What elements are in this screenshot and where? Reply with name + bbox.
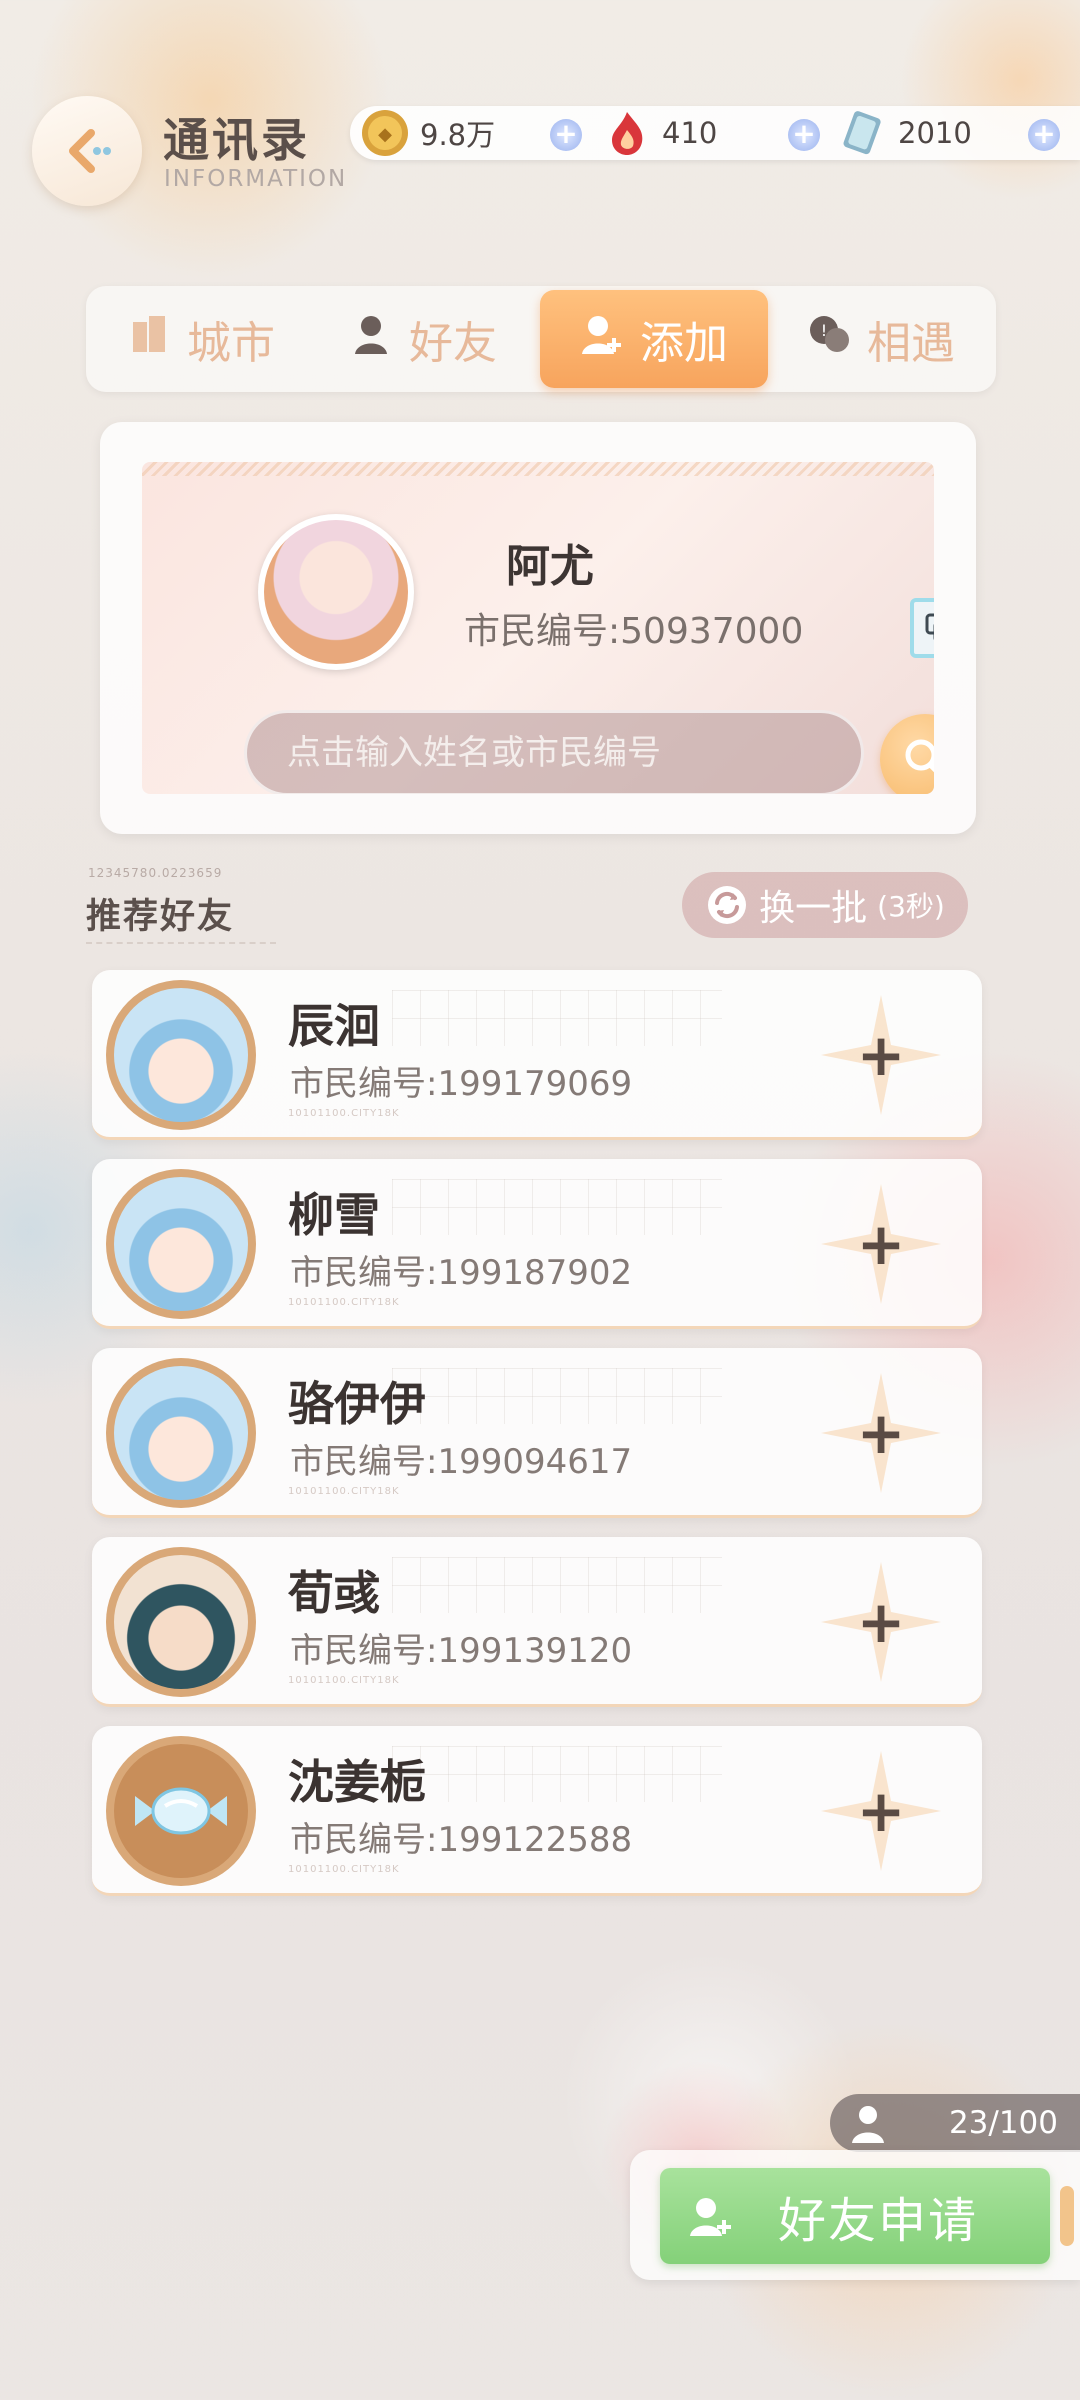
currency-flame: 410 [602,106,717,160]
page-subtitle: INFORMATION [164,166,348,192]
friend-deco-text: 10101100.CITY18K [288,1297,400,1308]
friend-name: 骆伊伊 [288,1377,426,1431]
plus-icon: + [856,1021,906,1089]
friend-avatar [106,1358,256,1508]
recommended-friend-list: 辰洄 市民编号:199179069 10101100.CITY18K + 柳雪 … [92,970,982,1915]
section-deco-text: 12345780.0223659 [88,866,223,880]
tab-encounter[interactable]: ! 相遇 [776,286,986,392]
friend-count-badge: 23/100 [830,2094,1080,2152]
friend-name: 荀彧 [288,1566,380,1620]
person-icon [852,2106,884,2143]
refresh-label: 换一批 [759,888,868,929]
gold-coin-icon: ◆ [362,110,408,156]
friend-citizen-id: 市民编号:199179069 [290,1064,633,1104]
crystal-amount: 2010 [898,116,972,150]
add-gold-button[interactable]: + [550,119,582,151]
tab-encounter-label: 相遇 [867,318,955,369]
flame-gem-icon [612,112,643,155]
add-friend-button[interactable]: + [821,995,941,1115]
search-input[interactable] [244,710,864,794]
friend-count: 23/100 [948,2105,1058,2141]
friend-citizen-id: 市民编号:199122588 [290,1820,633,1860]
add-friend-button[interactable]: + [821,1184,941,1304]
tab-add-label: 添加 [640,318,728,369]
friend-name: 辰洄 [288,999,380,1053]
friend-citizen-id: 市民编号:199187902 [290,1253,633,1293]
friend-avatar [106,1736,256,1886]
search-icon [905,739,934,773]
person-icon [349,312,393,367]
my-name: 阿尤 [506,541,594,592]
tab-friends[interactable]: 好友 [318,286,528,392]
plus-icon: + [856,1588,906,1656]
copy-id-button[interactable] [910,598,934,658]
tab-city[interactable]: 城市 [96,286,306,392]
friend-deco-text: 10101100.CITY18K [288,1675,400,1686]
plus-icon: + [856,1399,906,1467]
refresh-icon [708,886,747,924]
add-person-icon [690,2198,731,2236]
friend-deco-text: 10101100.CITY18K [288,1486,400,1497]
candy-icon [135,1787,227,1835]
section-divider [86,942,276,944]
copy-icon [925,613,934,641]
friend-deco-text: 10101100.CITY18K [288,1108,400,1119]
refresh-countdown: (3秒) [877,890,945,923]
friend-avatar [106,980,256,1130]
profile-banner: 阿尤 市民编号:50937000 [142,462,934,794]
friend-deco-text: 10101100.CITY18K [288,1864,400,1875]
friend-row: 荀彧 市民编号:199139120 10101100.CITY18K + [92,1537,982,1707]
friend-row: 沈姜栀 市民编号:199122588 10101100.CITY18K + [92,1726,982,1896]
friend-request-button[interactable]: 好友申请 [660,2168,1050,2264]
recommend-title: 推荐好友 [86,897,235,937]
add-friend-button[interactable]: + [821,1751,941,1871]
plus-icon: + [856,1777,906,1845]
plus-icon: + [856,1210,906,1278]
gold-amount: 9.8万 [420,118,496,152]
friend-citizen-id: 市民编号:199094617 [290,1442,633,1482]
friend-citizen-id: 市民编号:199139120 [290,1631,633,1671]
friend-name: 沈姜栀 [288,1755,426,1809]
add-person-icon [580,312,624,367]
currency-bar: ◆ 9.8万 + 410 + 2010 + [350,106,1080,160]
currency-crystal: 2010 [838,106,972,160]
flame-amount: 410 [662,116,718,150]
tab-city-label: 城市 [187,318,275,369]
add-flame-button[interactable]: + [788,119,820,151]
friend-row: 骆伊伊 市民编号:199094617 10101100.CITY18K + [92,1348,982,1518]
my-profile-card: 阿尤 市民编号:50937000 [100,422,976,834]
tab-bar: 城市 好友 添加 ! 相遇 [86,286,996,392]
friend-avatar [106,1169,256,1319]
friend-avatar [106,1547,256,1697]
friend-row: 辰洄 市民编号:199179069 10101100.CITY18K + [92,970,982,1140]
friend-request-label: 好友申请 [778,2193,979,2249]
svg-text:◆: ◆ [378,124,392,145]
page-title: 通讯录 [163,113,310,167]
tab-friends-label: 好友 [409,318,497,369]
friend-name: 柳雪 [288,1188,380,1242]
svg-text:!: ! [821,321,827,340]
chat-bubbles-icon: ! [807,312,851,367]
tab-add[interactable]: 添加 [540,290,768,388]
my-avatar [258,514,414,670]
friend-request-panel: 好友申请 [630,2150,1080,2280]
search-button[interactable] [880,714,934,794]
currency-gold: ◆ 9.8万 [360,106,495,160]
crystal-card-icon [843,111,881,155]
refresh-batch-button[interactable]: 换一批 (3秒) [682,872,968,938]
add-friend-button[interactable]: + [821,1562,941,1682]
add-friend-button[interactable]: + [821,1373,941,1493]
side-handle [1060,2186,1074,2246]
building-icon [127,312,171,367]
add-crystal-button[interactable]: + [1028,119,1060,151]
friend-row: 柳雪 市民编号:199187902 10101100.CITY18K + [92,1159,982,1329]
back-arrow-icon [69,129,111,173]
back-button[interactable] [32,96,142,206]
my-citizen-id: 市民编号:50937000 [464,611,804,652]
